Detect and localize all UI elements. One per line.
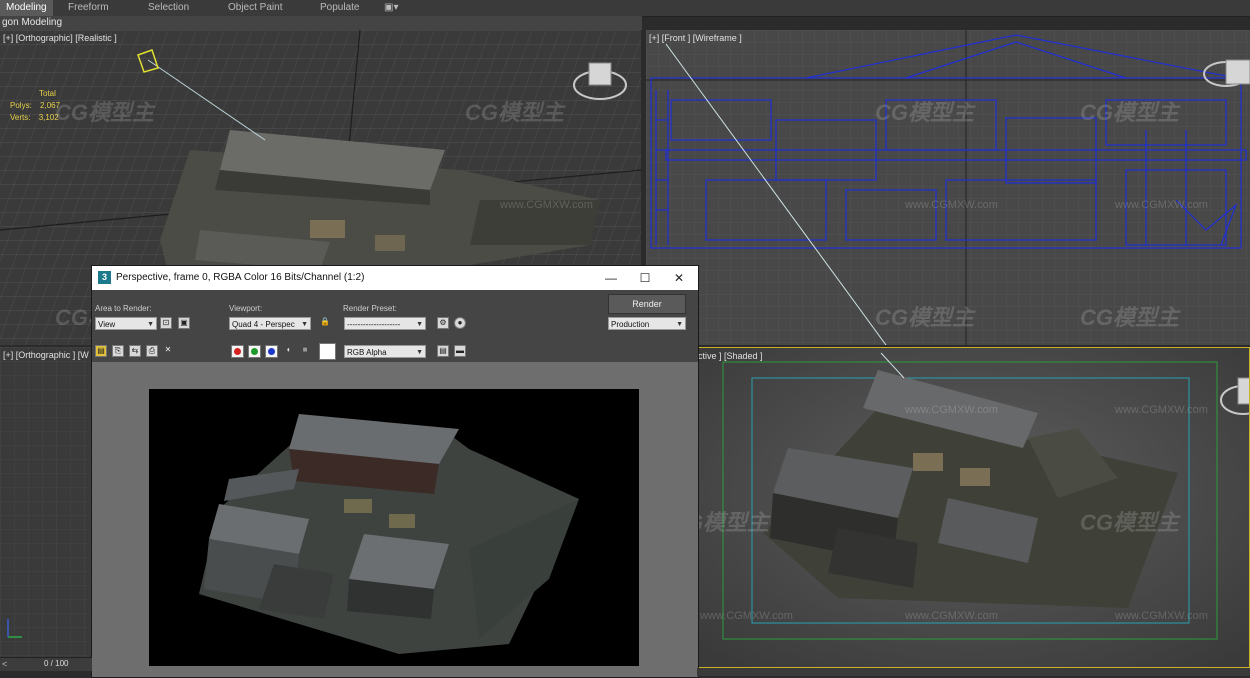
- render-button[interactable]: Render: [608, 294, 686, 314]
- channel-display-value: RGB Alpha: [347, 348, 387, 357]
- app-logo-icon: 3: [98, 271, 111, 284]
- ribbon-subtitle: gon Modeling: [0, 16, 642, 30]
- tab-modeling[interactable]: Modeling: [0, 0, 53, 16]
- tab-selection[interactable]: Selection: [142, 0, 195, 16]
- frame-counter: 0 / 100: [44, 659, 69, 668]
- toggle-ui-overlay-icon[interactable]: ▤: [437, 345, 449, 357]
- blue-channel-icon: [268, 348, 275, 355]
- render-preset-label: Render Preset:: [343, 304, 397, 313]
- stats-total-label: Total: [39, 89, 56, 98]
- clone-frame-icon[interactable]: ⇆: [129, 345, 141, 357]
- area-to-render-label: Area to Render:: [95, 304, 152, 313]
- chevron-down-icon: ▼: [301, 321, 308, 328]
- environment-effects-icon[interactable]: ●: [454, 317, 466, 329]
- timeline-ticks: [697, 668, 1250, 676]
- tab-object-paint[interactable]: Object Paint: [222, 0, 288, 16]
- window-title: Perspective, frame 0, RGBA Color 16 Bits…: [116, 272, 365, 283]
- close-button[interactable]: ✕: [664, 269, 694, 287]
- alpha-channel-icon[interactable]: ◐: [283, 345, 295, 357]
- green-channel-toggle[interactable]: [248, 345, 261, 358]
- monochrome-icon[interactable]: ■: [299, 345, 311, 357]
- tab-populate[interactable]: Populate: [314, 0, 365, 16]
- edit-region-icon[interactable]: ⊡: [160, 317, 172, 329]
- viewport-label: Viewport:: [229, 304, 263, 313]
- maximize-button[interactable]: ☐: [630, 269, 660, 287]
- front-wireframe-scene: [646, 30, 1250, 345]
- perspective-scene: [698, 348, 1249, 667]
- stats-verts-value: 3,102: [38, 113, 59, 122]
- tab-freeform[interactable]: Freeform: [62, 0, 115, 16]
- auto-region-icon[interactable]: ▣: [178, 317, 190, 329]
- render-toolbar: Area to Render: View ▼ ⊡ ▣ Viewport: Quad…: [92, 290, 698, 362]
- chevron-left-icon[interactable]: <: [2, 659, 7, 669]
- rendered-frame-window[interactable]: 3 Perspective, frame 0, RGBA Color 16 Bi…: [91, 265, 699, 678]
- render-preset-value: --------------------: [347, 320, 401, 329]
- area-to-render-value: View: [98, 320, 116, 329]
- minimize-button[interactable]: —: [596, 269, 626, 287]
- lock-icon[interactable]: 🔒: [319, 317, 331, 329]
- green-channel-icon: [251, 348, 258, 355]
- stats-polys-value: 2,067: [40, 101, 61, 110]
- viewport-label[interactable]: ctive ] [Shaded ]: [698, 351, 763, 361]
- blue-channel-toggle[interactable]: [265, 345, 278, 358]
- color-swatch[interactable]: [319, 343, 336, 360]
- copy-image-icon[interactable]: ⎘: [112, 345, 124, 357]
- viewport-select[interactable]: Quad 4 - Perspec ▼: [229, 317, 311, 330]
- toggle-ui-icon[interactable]: ▬: [454, 345, 466, 357]
- rendered-building-image: [199, 414, 579, 654]
- render-mode-select[interactable]: Production ▼: [608, 317, 686, 330]
- scene-stats: Total Polys: 2,067 Verts: 3,102: [10, 88, 60, 124]
- time-slider[interactable]: < 0 / 100: [0, 657, 92, 671]
- save-image-icon[interactable]: ▤: [95, 345, 107, 357]
- viewport-bottom-left[interactable]: [+] [Orthographic ] [W: [0, 347, 92, 657]
- viewport-label[interactable]: [+] [Front ] [Wireframe ]: [649, 33, 742, 43]
- render-setup-icon[interactable]: ⚙: [437, 317, 449, 329]
- viewport-value: Quad 4 - Perspec: [232, 320, 295, 329]
- render-mode-value: Production: [611, 320, 650, 329]
- chevron-down-icon: ▼: [676, 321, 683, 328]
- red-channel-toggle[interactable]: [231, 345, 244, 358]
- viewport-top-right[interactable]: [+] [Front ] [Wireframe ]: [646, 30, 1250, 345]
- red-channel-icon: [234, 348, 241, 355]
- chevron-down-icon: ▼: [147, 321, 154, 328]
- chevron-down-icon: ▼: [416, 321, 423, 328]
- stats-polys-label: Polys:: [10, 101, 32, 110]
- area-to-render-select[interactable]: View ▼: [95, 317, 157, 330]
- bottom-left-scene: [0, 347, 92, 657]
- channel-display-select[interactable]: RGB Alpha ▼: [344, 345, 426, 358]
- ribbon-options-icon[interactable]: ▣▾: [378, 0, 404, 16]
- stats-verts-label: Verts:: [10, 113, 31, 122]
- viewport-label[interactable]: [+] [Orthographic] [Realistic ]: [3, 33, 117, 43]
- ribbon: Modeling Freeform Selection Object Paint…: [0, 0, 1250, 17]
- viewport-bottom-right[interactable]: ctive ] [Shaded ]: [697, 347, 1250, 668]
- clear-icon[interactable]: ✕: [162, 345, 174, 357]
- rendered-image: [149, 389, 639, 666]
- viewport-label[interactable]: [+] [Orthographic ] [W: [3, 350, 89, 360]
- render-preset-select[interactable]: -------------------- ▼: [344, 317, 426, 330]
- window-titlebar[interactable]: 3 Perspective, frame 0, RGBA Color 16 Bi…: [92, 266, 698, 290]
- chevron-down-icon: ▼: [416, 349, 423, 356]
- print-image-icon[interactable]: ⎙: [146, 345, 158, 357]
